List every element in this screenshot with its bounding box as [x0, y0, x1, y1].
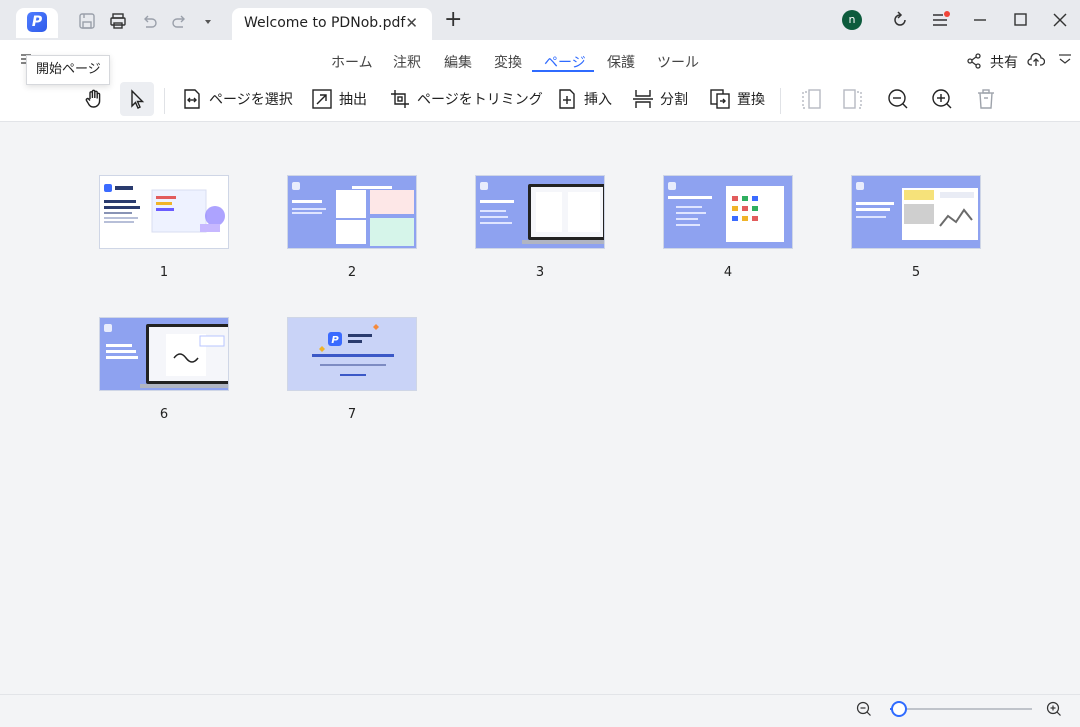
- tab-home[interactable]: ホーム: [331, 52, 373, 72]
- toolbar-divider: [164, 88, 165, 114]
- print-icon[interactable]: [109, 12, 127, 30]
- insert-page-icon: [559, 89, 575, 109]
- page-7-preview: P: [288, 318, 416, 390]
- user-avatar[interactable]: n: [842, 10, 862, 30]
- minimize-icon[interactable]: [970, 10, 990, 30]
- select-pages-button[interactable]: ページを選択: [181, 80, 293, 118]
- save-icon[interactable]: [78, 12, 96, 30]
- status-zoom-out-icon[interactable]: [856, 701, 872, 717]
- rotate-right-button[interactable]: [842, 80, 864, 118]
- page-number-3: 3: [535, 265, 545, 280]
- menu-bar: ホーム 注釈 編集 変換 ページ 保護 ツール 共有: [0, 40, 1080, 80]
- collapse-ribbon-icon[interactable]: [1058, 53, 1072, 67]
- zoom-in-icon: [932, 89, 952, 109]
- title-bar: P Welcome to PDNob.pdf ✕ + n: [0, 0, 1080, 40]
- page-1-preview: [100, 176, 228, 248]
- extract-label: 抽出: [339, 92, 367, 108]
- toolbar-divider: [780, 88, 781, 114]
- svg-text:P: P: [331, 335, 339, 346]
- select-pages-label: ページを選択: [209, 92, 293, 108]
- insert-label: 挿入: [584, 92, 612, 108]
- share-label[interactable]: 共有: [990, 52, 1018, 72]
- page-thumbnail-7[interactable]: P: [287, 317, 417, 391]
- document-tab-title: Welcome to PDNob.pdf: [244, 15, 406, 31]
- page-thumbnail-5[interactable]: [851, 175, 981, 249]
- maximize-icon[interactable]: [1010, 10, 1030, 30]
- delete-page-button[interactable]: [975, 80, 997, 118]
- rotate-right-icon: [843, 89, 862, 109]
- page-number-6: 6: [159, 407, 169, 422]
- page-5-preview: [852, 176, 980, 248]
- tab-protect[interactable]: 保護: [607, 52, 635, 72]
- hand-icon: [85, 89, 101, 108]
- quick-access-dropdown-icon[interactable]: [202, 16, 214, 28]
- new-tab-button[interactable]: +: [444, 9, 462, 31]
- hand-tool-button[interactable]: [80, 80, 108, 118]
- tab-page[interactable]: ページ: [544, 52, 586, 72]
- replace-icon: [710, 89, 730, 109]
- tab-edit[interactable]: 編集: [444, 52, 472, 72]
- page-thumbnail-2[interactable]: [287, 175, 417, 249]
- trash-icon: [978, 89, 994, 109]
- app-logo[interactable]: P: [16, 8, 58, 38]
- page-number-4: 4: [723, 265, 733, 280]
- zoom-out-icon: [888, 89, 908, 109]
- zoom-in-button[interactable]: [931, 80, 953, 118]
- crop-pages-button[interactable]: ページをトリミング: [389, 80, 543, 118]
- split-icon: [633, 90, 653, 108]
- notification-dot: [944, 11, 950, 17]
- tab-annotate[interactable]: 注釈: [393, 52, 421, 72]
- page-thumbnail-4[interactable]: [663, 175, 793, 249]
- extract-button[interactable]: 抽出: [311, 80, 367, 118]
- crop-pages-label: ページをトリミング: [417, 92, 543, 108]
- rotate-left-button[interactable]: [800, 80, 822, 118]
- status-zoom-in-icon[interactable]: [1046, 701, 1062, 717]
- tooltip-first-page: 開始ページ: [26, 55, 110, 85]
- page-thumbnail-3[interactable]: [475, 175, 605, 249]
- active-tab-indicator: [532, 70, 594, 72]
- page-number-1: 1: [159, 265, 169, 280]
- cloud-upload-icon[interactable]: [1027, 52, 1045, 68]
- undo-icon[interactable]: [140, 12, 158, 30]
- page-2-preview: [288, 176, 416, 248]
- page-number-2: 2: [347, 265, 357, 280]
- page-toolbar: ページを選択 抽出 ページをトリミング 挿入 分割 置換: [0, 80, 1080, 122]
- page-thumbnail-1[interactable]: [99, 175, 229, 249]
- zoom-slider-handle[interactable]: [890, 701, 907, 717]
- page-3-preview: [476, 176, 604, 248]
- page-6-preview: [100, 318, 228, 390]
- page-thumbnail-6[interactable]: [99, 317, 229, 391]
- split-button[interactable]: 分割: [632, 80, 688, 118]
- redo-icon[interactable]: [171, 12, 189, 30]
- page-4-preview: [664, 176, 792, 248]
- page-number-5: 5: [911, 265, 921, 280]
- select-tool-button[interactable]: [120, 82, 154, 116]
- split-label: 分割: [660, 92, 688, 108]
- close-tab-icon[interactable]: ✕: [405, 14, 418, 32]
- status-bar: [0, 694, 1080, 727]
- cursor-icon: [131, 89, 145, 109]
- rotate-left-icon: [802, 89, 821, 109]
- replace-button[interactable]: 置換: [709, 80, 765, 118]
- document-tab[interactable]: Welcome to PDNob.pdf ✕: [232, 8, 432, 40]
- sync-icon[interactable]: [890, 10, 910, 30]
- pdnob-logo-icon: P: [27, 12, 47, 32]
- share-icon[interactable]: [966, 53, 982, 69]
- page-number-7: 7: [347, 407, 357, 422]
- page-grid: 1 2 3 4 5 6 P 7: [0, 122, 1080, 694]
- tab-tools[interactable]: ツール: [657, 52, 699, 72]
- zoom-out-button[interactable]: [887, 80, 909, 118]
- zoom-slider[interactable]: [890, 708, 1032, 710]
- insert-button[interactable]: 挿入: [556, 80, 612, 118]
- replace-label: 置換: [737, 92, 765, 108]
- tab-convert[interactable]: 変換: [494, 52, 522, 72]
- close-window-icon[interactable]: [1050, 10, 1070, 30]
- select-pages-icon: [184, 89, 200, 109]
- crop-icon: [391, 90, 409, 108]
- extract-icon: [312, 89, 332, 109]
